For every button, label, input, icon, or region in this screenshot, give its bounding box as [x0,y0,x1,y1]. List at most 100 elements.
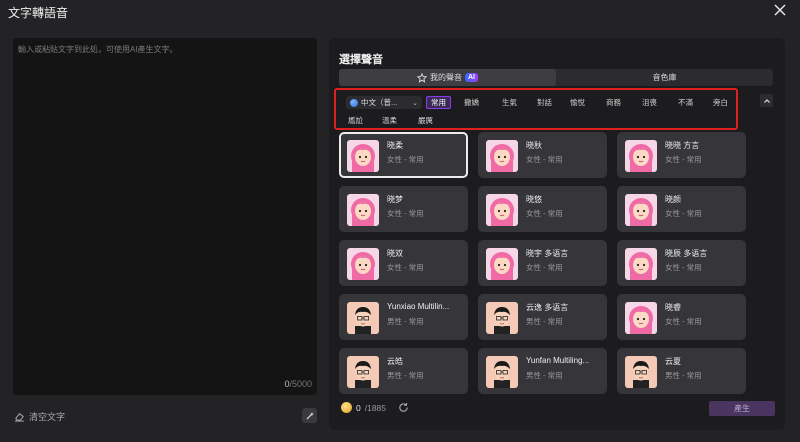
voice-meta: 男性 - 常用 [387,371,424,380]
voice-name: 晓双 [387,249,403,258]
voice-card[interactable]: 云逸 多语言 男性 - 常用 [478,294,607,340]
credits-display: 0/1885 [341,402,409,413]
voice-meta: 女性 - 常用 [387,263,424,272]
voice-meta: 女性 - 常用 [387,155,424,164]
text-to-speech-window: 文字轉語音 0/5000 清空文字 選擇聲音 我的聲音 AI 音色庫 [0,0,800,442]
voice-meta: 女性 - 常用 [665,263,702,272]
voice-name: 晓辰 多语言 [665,249,708,258]
window-title: 文字轉語音 [8,6,69,20]
filter-chip[interactable]: 愉悅 [570,96,585,109]
voice-selection-panel: 選擇聲音 我的聲音 AI 音色庫 中文（普... ⌄ 常用 撒嬌 生氣 對話 愉… [329,38,785,430]
voice-meta: 男性 - 常用 [387,317,424,326]
voice-meta: 男性 - 常用 [665,371,702,380]
voice-card[interactable]: 晓秋 女性 - 常用 [478,132,607,178]
voice-name: Yunxiao Multilin... [387,302,450,311]
female-avatar [486,194,518,226]
tab-voice-library[interactable]: 音色庫 [556,69,773,86]
close-icon[interactable] [772,2,788,18]
filter-chip[interactable]: 溫柔 [382,114,397,127]
female-avatar [625,302,657,334]
voice-card[interactable]: 云皓男性 - 常用 [339,348,468,394]
male-avatar [347,302,379,334]
voice-meta: 女性 - 常用 [387,209,424,218]
voice-card[interactable]: 晓悠 女性 - 常用 [478,186,607,232]
filter-chip[interactable]: 旁白 [713,96,728,109]
clear-text-button[interactable]: 清空文字 [14,410,65,423]
female-avatar [625,248,657,280]
collapse-filters-button[interactable] [760,94,773,107]
voice-meta: 女性 - 常用 [665,209,702,218]
voice-meta: 女性 - 常用 [526,209,563,218]
voice-name: 晓晓 方言 [665,141,700,150]
filter-chip[interactable]: 沮喪 [642,96,657,109]
male-avatar [486,302,518,334]
voice-card[interactable]: 晓梦女性 - 常用 [339,186,468,232]
female-avatar [625,140,657,172]
credits-current: 0 [356,402,361,413]
ai-write-button[interactable] [302,408,317,423]
generate-button[interactable]: 產生 [709,401,775,416]
female-avatar [625,194,657,226]
female-avatar [486,248,518,280]
female-avatar [347,194,379,226]
voice-meta: 女性 - 常用 [526,263,563,272]
char-counter: 0/5000 [284,379,312,389]
voice-card[interactable]: 晓睿女性 - 常用 [617,294,746,340]
voice-card[interactable]: 晓辰 多语言 女性 - 常用 [617,240,746,286]
language-select[interactable]: 中文（普... ⌄ [346,96,422,109]
voice-card[interactable]: 晓宇 多语言 女性 - 常用 [478,240,607,286]
tab-my-voices[interactable]: 我的聲音 AI [339,69,556,86]
eraser-icon [14,413,25,422]
chevron-down-icon: ⌄ [412,99,418,107]
voice-name: 晓颜 [665,195,681,204]
filter-chip[interactable]: 不滿 [678,96,693,109]
tab-voice-library-label: 音色庫 [652,73,677,82]
male-avatar [625,356,657,388]
voice-meta: 女性 - 常用 [665,317,702,326]
female-avatar [347,248,379,280]
male-avatar [486,356,518,388]
filter-chip[interactable]: 撒嬌 [464,96,479,109]
language-select-value: 中文（普... [361,98,398,107]
filter-chip[interactable]: 常用 [426,96,451,109]
female-avatar [347,140,379,172]
voice-meta: 女性 - 常用 [526,155,563,164]
voice-card[interactable]: 晓颜女性 - 常用 [617,186,746,232]
ai-badge: AI [465,73,478,82]
filter-chip[interactable]: 商務 [606,96,621,109]
filter-chip[interactable]: 尷尬 [348,114,363,127]
filter-chip[interactable]: 生氣 [502,96,517,109]
chevron-up-icon [763,98,770,103]
clear-text-label: 清空文字 [29,412,66,422]
voice-card[interactable]: 云夏 男性 - 常用 [617,348,746,394]
coin-icon [341,402,352,413]
filter-highlight-box: 中文（普... ⌄ 常用 撒嬌 生氣 對話 愉悅 商務 沮喪 不滿 旁白 尷尬 … [334,88,738,130]
voice-panel-title: 選擇聲音 [339,54,383,66]
voice-meta: 男性 - 常用 [526,371,563,380]
magic-wand-icon [306,411,314,419]
char-limit: /5000 [289,379,312,389]
voice-name: 晓宇 多语言 [526,249,569,258]
credits-total: /1885 [364,402,387,413]
refresh-icon[interactable] [398,402,409,413]
voice-name: 晓梦 [387,195,403,204]
tab-my-voices-label: 我的聲音 [430,73,462,82]
filter-chip[interactable]: 嚴厲 [418,114,433,127]
titlebar: 文字轉語音 [0,0,800,22]
text-input[interactable] [13,38,317,395]
voice-card[interactable]: 晓柔女性 - 常用 [339,132,468,178]
voice-meta: 男性 - 常用 [526,317,563,326]
female-avatar [486,140,518,172]
voice-name: 晓睿 [665,303,681,312]
voice-name: 晓柔 [387,141,403,150]
filter-chip[interactable]: 對話 [537,96,552,109]
voice-card[interactable]: Yunxiao Multilin... 男性 - 常用 [339,294,468,340]
male-avatar [347,356,379,388]
voice-card[interactable]: Yunfan Multiling... 男性 - 常用 [478,348,607,394]
globe-icon [350,98,358,107]
voice-card[interactable]: 晓双女性 - 常用 [339,240,468,286]
voice-name: Yunfan Multiling... [526,356,590,365]
voice-name: 云皓 [387,357,403,366]
text-editor-panel: 0/5000 [13,38,317,395]
voice-card[interactable]: 晓晓 方言 女性 - 常用 [617,132,746,178]
